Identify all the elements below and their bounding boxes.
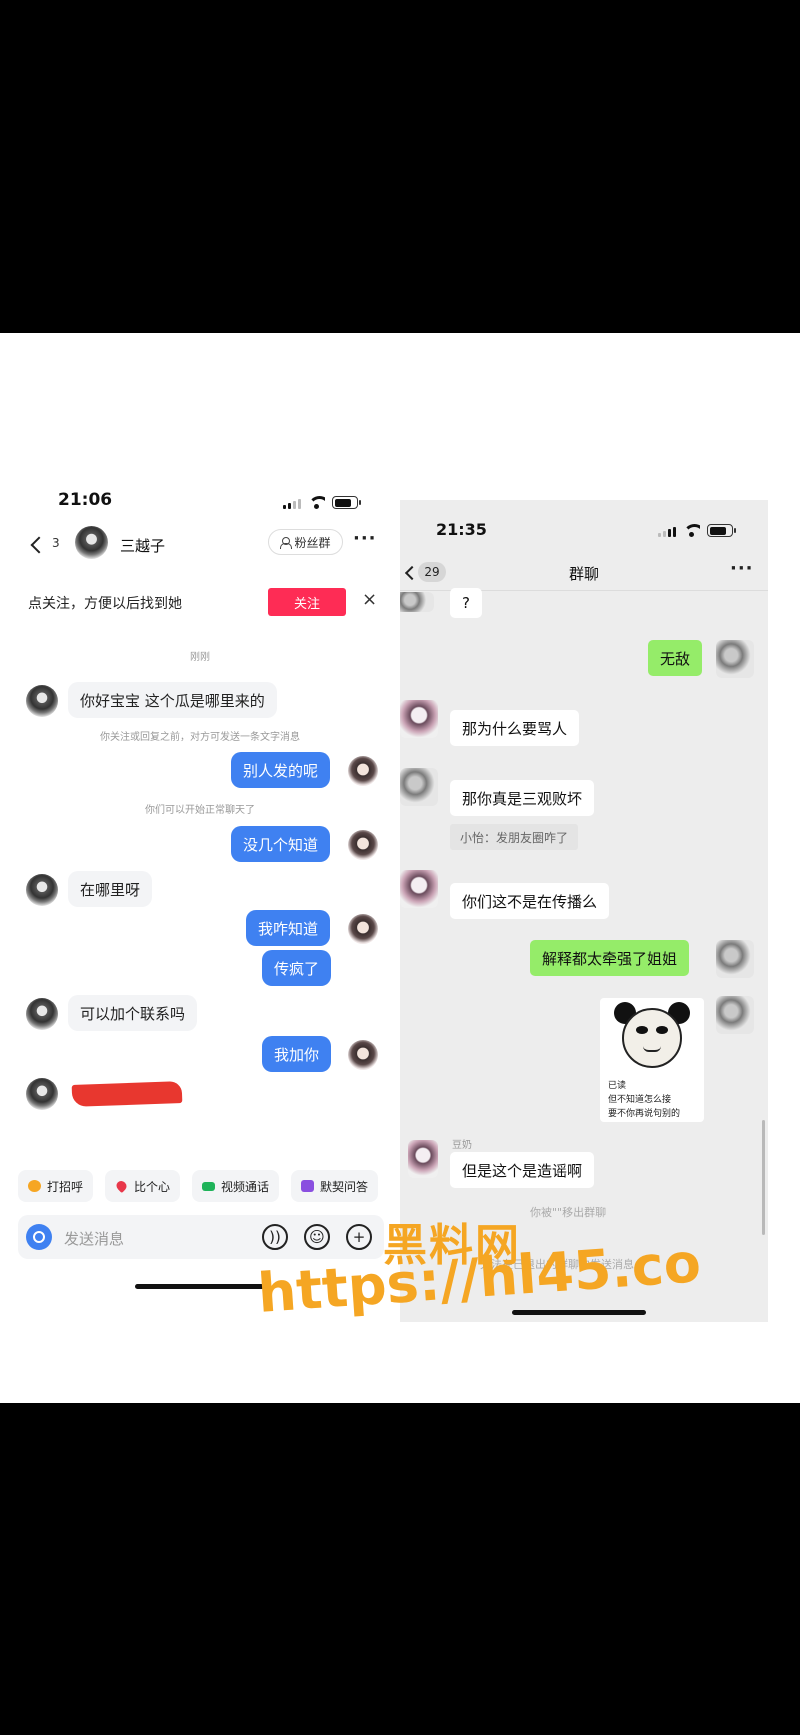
message-bubble[interactable]: 在哪里呀 [68, 871, 153, 907]
video-icon [202, 1181, 216, 1191]
emoji-icon[interactable]: ☺ [304, 1224, 330, 1250]
scrollbar[interactable] [762, 1120, 765, 1235]
quick-action-heart[interactable]: 比个心 [105, 1170, 181, 1202]
message-input[interactable]: 发送消息 [64, 1228, 124, 1249]
contact-avatar[interactable] [26, 685, 58, 717]
contact-avatar[interactable] [75, 526, 108, 559]
quick-action-label: 默契问答 [320, 1179, 369, 1194]
system-removed-notice: 你被""移出群聊 [530, 1206, 607, 1219]
system-notice: 你关注或回复之前，对方可发送一条文字消息 [100, 732, 300, 743]
message-bubble[interactable]: 我加你 [262, 1036, 332, 1072]
home-indicator [512, 1310, 646, 1315]
message-bubble[interactable]: 你好宝宝 这个瓜是哪里来的 [68, 682, 277, 718]
heart-icon [114, 1178, 129, 1194]
redacted-message [71, 1081, 183, 1107]
message-bubble[interactable]: 那为什么要骂人 [450, 710, 580, 746]
more-icon[interactable]: ··· [353, 528, 377, 549]
plus-icon[interactable]: + [346, 1224, 372, 1250]
chat-header: 29 群聊 ··· [400, 557, 768, 591]
sticker-message[interactable]: 已读 但不知道怎么接 要不你再说句别的 [600, 998, 704, 1122]
signal-icon [283, 499, 301, 509]
follow-banner: 点关注，方便以后找到她 关注 × [10, 580, 390, 624]
left-chat-screenshot: 21:06 3 三越子 粉丝群 ··· 点关注，方便以后找到她 关注 × 刚刚 … [0, 470, 400, 1300]
quoted-message[interactable]: 小怡：发朋友圈咋了 [450, 824, 579, 850]
sticker-caption: 已读 [608, 1081, 627, 1091]
message-bubble[interactable]: 可以加个联系吗 [68, 995, 198, 1031]
wifi-icon [308, 496, 325, 509]
battery-icon [707, 524, 736, 537]
my-avatar[interactable] [348, 914, 378, 944]
member-avatar[interactable] [400, 700, 438, 738]
voice-icon[interactable]: )) [262, 1224, 288, 1250]
sticker-caption: 要不你再说句别的 [608, 1109, 681, 1119]
message-bubble[interactable]: 别人发的呢 [231, 752, 331, 788]
my-avatar[interactable] [716, 640, 754, 678]
my-avatar[interactable] [348, 1040, 378, 1070]
quick-action-greet[interactable]: 打招呼 [18, 1170, 94, 1202]
message-bubble[interactable]: 无敌 [648, 640, 703, 676]
my-avatar[interactable] [348, 830, 378, 860]
time-divider: 刚刚 [190, 652, 210, 663]
battery-icon [332, 496, 361, 509]
signal-icon [658, 527, 676, 537]
message-bubble[interactable]: 那你真是三观败坏 [450, 780, 595, 816]
member-avatar[interactable] [408, 1140, 438, 1178]
message-bubble[interactable]: 传疯了 [262, 950, 332, 986]
wifi-icon [683, 524, 700, 537]
my-avatar[interactable] [348, 756, 378, 786]
contact-avatar[interactable] [26, 874, 58, 906]
back-icon[interactable] [30, 536, 48, 554]
message-bubble[interactable]: 解释都太牵强了姐姐 [530, 940, 690, 976]
follow-button[interactable]: 关注 [268, 588, 346, 616]
follow-prompt: 点关注，方便以后找到她 [28, 596, 182, 612]
status-icons [283, 496, 361, 509]
quick-action-quiz[interactable]: 默契问答 [291, 1170, 379, 1202]
unread-count: 3 [52, 536, 60, 550]
sticker-caption: 但不知道怎么接 [608, 1095, 672, 1105]
member-avatar[interactable] [400, 592, 434, 612]
message-bubble[interactable]: 你们这不是在传播么 [450, 883, 610, 919]
panda-meme-image [610, 1002, 694, 1072]
my-avatar[interactable] [716, 940, 754, 978]
member-avatar[interactable] [400, 768, 438, 806]
member-avatar[interactable] [400, 870, 438, 908]
fans-group-label: 粉丝群 [294, 535, 331, 550]
chat-header: 3 三越子 粉丝群 ··· [0, 520, 400, 570]
sender-nickname: 豆奶 [452, 1140, 472, 1151]
quick-actions-row: 打招呼 比个心 视频通话 默契问答 [18, 1170, 379, 1202]
status-icons [658, 524, 736, 537]
contact-avatar[interactable] [26, 998, 58, 1030]
quiz-icon [301, 1180, 315, 1192]
chat-title: 群聊 [568, 565, 599, 583]
message-bubble[interactable]: 我咋知道 [246, 910, 331, 946]
message-input-bar[interactable]: 发送消息 )) ☺ + [18, 1215, 384, 1259]
my-avatar[interactable] [716, 996, 754, 1034]
contact-avatar[interactable] [26, 1078, 58, 1110]
right-chat-screenshot: 21:35 29 群聊 ··· ? 无敌 那为什么要骂人 那你真是三观败坏 小怡… [400, 500, 768, 1322]
fans-group-button[interactable]: 粉丝群 [268, 529, 343, 555]
quick-action-label: 打招呼 [47, 1179, 84, 1194]
contact-name[interactable]: 三越子 [120, 535, 165, 556]
message-bubble[interactable]: 没几个知道 [231, 826, 331, 862]
message-bubble[interactable]: ? [450, 588, 482, 618]
status-time: 21:35 [436, 520, 487, 539]
system-notice: 你们可以开始正常聊天了 [145, 805, 255, 816]
wave-icon [28, 1180, 41, 1192]
quick-action-video-call[interactable]: 视频通话 [192, 1170, 280, 1202]
status-time: 21:06 [58, 490, 113, 510]
person-icon [280, 536, 293, 549]
home-indicator [135, 1284, 269, 1289]
message-bubble[interactable]: 但是这个是造谣啊 [450, 1152, 595, 1188]
quick-action-label: 视频通话 [221, 1179, 270, 1194]
camera-icon[interactable] [26, 1224, 52, 1250]
close-icon[interactable]: × [362, 589, 377, 610]
quick-action-label: 比个心 [134, 1179, 171, 1194]
more-icon[interactable]: ··· [730, 558, 754, 579]
